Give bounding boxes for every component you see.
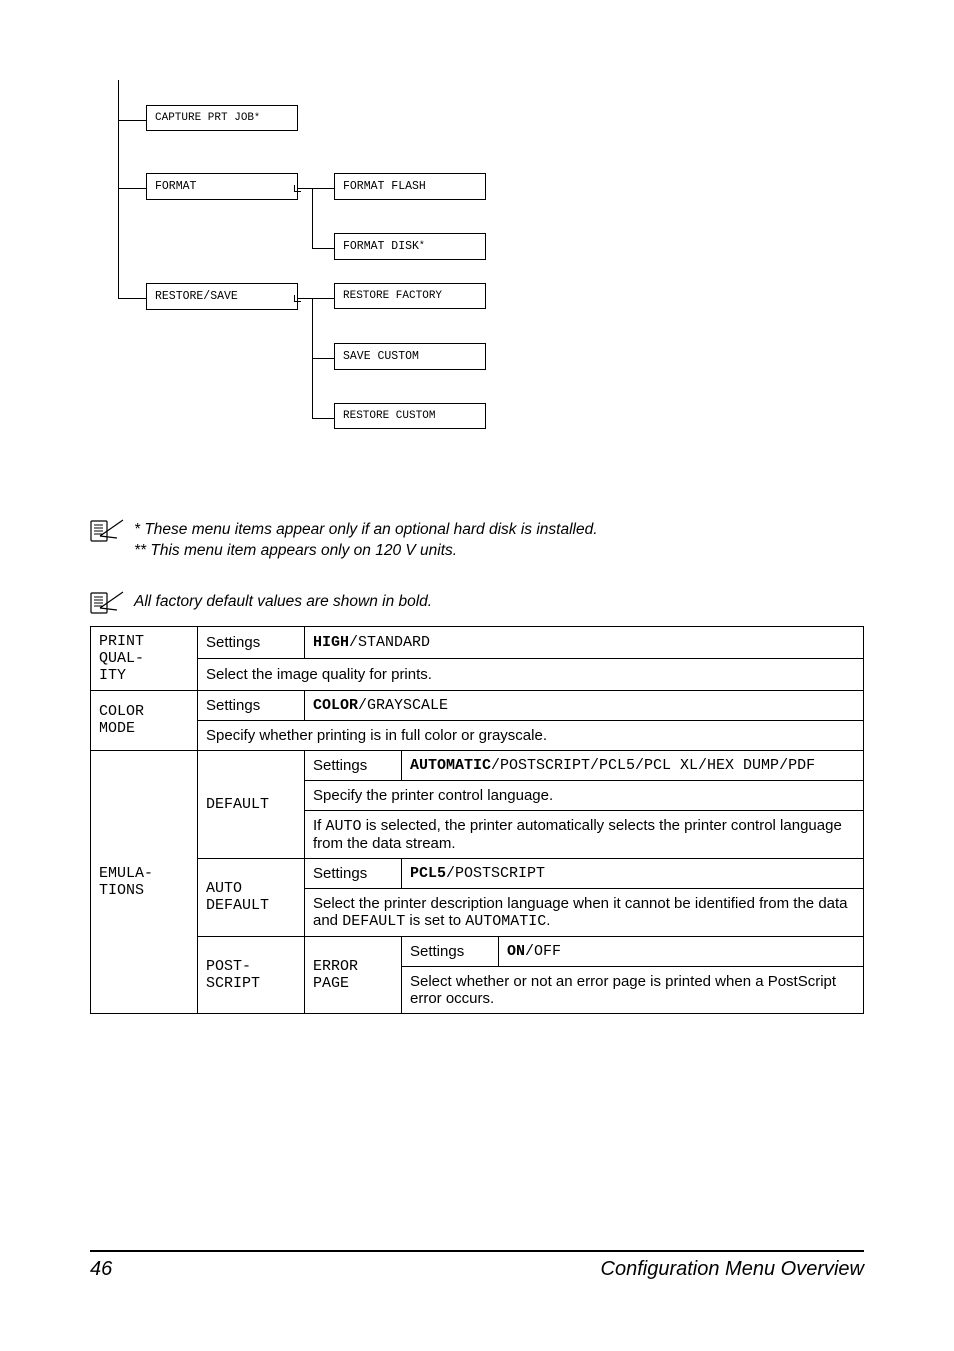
note1-line2: ** This menu item appears only on 120 V … bbox=[134, 542, 457, 559]
footer-title: Configuration Menu Overview bbox=[601, 1258, 864, 1281]
label-default: DEFAULT bbox=[198, 750, 305, 858]
box-format-flash: FORMAT FLASH bbox=[334, 173, 486, 200]
ad-settings-value: PCL5/POSTSCRIPT bbox=[402, 858, 864, 888]
note-icon bbox=[90, 590, 124, 614]
page-number: 46 bbox=[90, 1258, 112, 1281]
note2-text: All factory default values are shown in … bbox=[134, 593, 432, 610]
box-restore-custom: RESTORE CUSTOM bbox=[334, 403, 486, 429]
note-defaults-bold: All factory default values are shown in … bbox=[90, 590, 864, 614]
menu-tree-diagram: CAPTURE PRT JOB* FORMAT FORMAT FLASH FOR… bbox=[110, 80, 864, 500]
box-format-disk: FORMAT DISK* bbox=[334, 233, 486, 260]
cell-settings: Settings bbox=[198, 690, 305, 720]
note-hard-disk: * These menu items appear only if an opt… bbox=[90, 518, 864, 562]
cm-settings-value: COLOR/GRAYSCALE bbox=[305, 690, 864, 720]
note-icon bbox=[90, 518, 124, 542]
label-print-quality: PRINTQUAL-ITY bbox=[91, 626, 198, 690]
ad-desc: Select the printer description language … bbox=[305, 888, 864, 936]
label-emulations: EMULA-TIONS bbox=[91, 750, 198, 1013]
page-footer: 46 Configuration Menu Overview bbox=[90, 1250, 864, 1281]
def-settings-value: AUTOMATIC/POSTSCRIPT/PCL5/PCL XL/HEX DUM… bbox=[402, 750, 864, 780]
label-error-page: ERRORPAGE bbox=[305, 936, 402, 1013]
ep-desc: Select whether or not an error page is p… bbox=[402, 966, 864, 1013]
label-auto-default: AUTODEFAULT bbox=[198, 858, 305, 936]
label-postscript: POST-SCRIPT bbox=[198, 936, 305, 1013]
ep-settings-value: ON/OFF bbox=[499, 936, 864, 966]
box-restore-save: RESTORE/SAVE bbox=[146, 283, 298, 310]
box-capture-prt-job: CAPTURE PRT JOB* bbox=[146, 105, 298, 131]
cell-settings: Settings bbox=[305, 858, 402, 888]
box-format: FORMAT bbox=[146, 173, 298, 200]
box-restore-factory: RESTORE FACTORY bbox=[334, 283, 486, 309]
pq-settings-value: HIGH/STANDARD bbox=[305, 626, 864, 658]
cell-settings: Settings bbox=[198, 626, 305, 658]
cell-settings: Settings bbox=[305, 750, 402, 780]
label-color-mode: COLORMODE bbox=[91, 690, 198, 750]
def-desc1: Specify the printer control language. bbox=[305, 780, 864, 810]
def-desc2: If AUTO is selected, the printer automat… bbox=[305, 810, 864, 858]
pq-desc: Select the image quality for prints. bbox=[198, 658, 864, 690]
cm-desc: Specify whether printing is in full colo… bbox=[198, 720, 864, 750]
box-save-custom: SAVE CUSTOM bbox=[334, 343, 486, 370]
note1-line1: * These menu items appear only if an opt… bbox=[134, 521, 598, 538]
cell-settings: Settings bbox=[402, 936, 499, 966]
settings-table: PRINTQUAL-ITY Settings HIGH/STANDARD Sel… bbox=[90, 626, 864, 1014]
